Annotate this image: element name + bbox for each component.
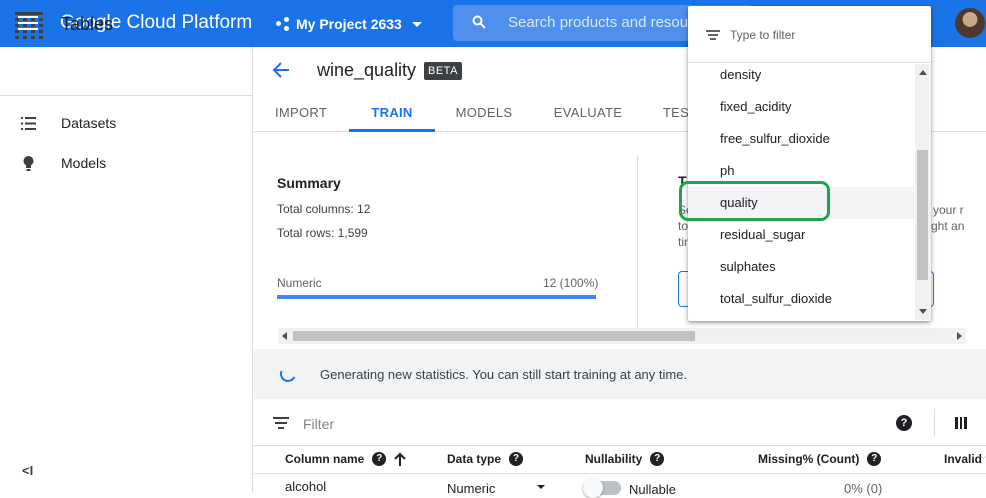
horizontal-scrollbar[interactable] bbox=[278, 328, 966, 344]
scroll-down-icon[interactable] bbox=[919, 309, 927, 314]
scroll-left-icon[interactable] bbox=[282, 332, 287, 340]
search-icon bbox=[472, 15, 486, 29]
help-icon[interactable]: ? bbox=[896, 415, 912, 431]
scroll-up-icon[interactable] bbox=[919, 70, 927, 75]
total-columns: Total columns: 12 bbox=[277, 202, 371, 216]
dropdown-scrollbar[interactable] bbox=[915, 64, 931, 320]
scroll-right-icon[interactable] bbox=[957, 332, 962, 340]
dropdown-filter-input[interactable]: Type to filter bbox=[730, 28, 795, 42]
numeric-value: 12 (100%) bbox=[543, 276, 599, 290]
numeric-label: Numeric bbox=[277, 276, 322, 290]
panel-divider bbox=[637, 156, 638, 328]
chevron-down-icon[interactable] bbox=[537, 485, 545, 489]
highlight-annotation-ring bbox=[679, 181, 830, 221]
collapse-nav-icon[interactable]: <I bbox=[22, 463, 33, 478]
filter-icon bbox=[706, 30, 720, 41]
numeric-progress-bar bbox=[277, 295, 596, 299]
column-header-missing[interactable]: Missing% (Count) ? bbox=[758, 452, 882, 466]
toolbar-divider bbox=[934, 410, 935, 436]
help-icon[interactable]: ? bbox=[372, 452, 387, 466]
column-display-icon[interactable] bbox=[955, 417, 968, 429]
column-header-invalid[interactable]: Invalid v bbox=[944, 452, 986, 466]
help-icon[interactable]: ? bbox=[867, 452, 882, 466]
tables-grid-icon bbox=[15, 12, 43, 39]
project-selector[interactable]: My Project 2633 bbox=[276, 13, 422, 35]
tab-train[interactable]: TRAIN bbox=[349, 96, 435, 132]
search-placeholder: Search products and resources bbox=[508, 14, 717, 31]
filter-input[interactable]: Filter bbox=[303, 416, 334, 432]
user-avatar[interactable] bbox=[955, 8, 985, 38]
tab-evaluate[interactable]: EVALUATE bbox=[542, 96, 634, 132]
help-icon[interactable]: ? bbox=[650, 452, 665, 466]
sidebar-item-label: Datasets bbox=[61, 115, 117, 131]
column-header-name[interactable]: Column name ? bbox=[285, 452, 407, 466]
train-panel-text: your r bbox=[933, 203, 964, 217]
filter-icon[interactable] bbox=[273, 417, 289, 429]
project-name: My Project 2633 bbox=[296, 16, 402, 32]
scroll-thumb[interactable] bbox=[917, 150, 928, 280]
cell-column-name: alcohol bbox=[285, 479, 327, 494]
dropdown-option[interactable]: density bbox=[688, 59, 916, 91]
dataset-title: wine_quality bbox=[317, 60, 417, 80]
product-header bbox=[0, 47, 253, 96]
train-panel-text: to bbox=[678, 219, 689, 233]
scroll-thumb[interactable] bbox=[293, 331, 695, 341]
dropdown-option[interactable]: fixed_acidity bbox=[688, 91, 916, 123]
tab-import[interactable]: IMPORT bbox=[254, 96, 348, 132]
sidebar-item-label: Models bbox=[61, 155, 107, 171]
beta-badge: BETA bbox=[424, 62, 462, 80]
dropdown-option[interactable]: total_sulfur_dioxide bbox=[688, 283, 916, 315]
banner-text: Generating new statistics. You can still… bbox=[320, 367, 688, 382]
sidebar-item-models[interactable]: Models bbox=[0, 144, 253, 184]
back-arrow-icon[interactable] bbox=[270, 59, 292, 81]
sort-arrow-up-icon[interactable] bbox=[394, 452, 407, 466]
chevron-down-icon bbox=[411, 21, 422, 27]
nullable-label: Nullable bbox=[629, 482, 676, 497]
tab-models[interactable]: MODELS bbox=[444, 96, 524, 132]
lightbulb-icon bbox=[23, 156, 34, 171]
data-type-select[interactable]: Numeric bbox=[447, 481, 495, 496]
help-icon[interactable]: ? bbox=[509, 452, 524, 466]
column-header-nullability[interactable]: Nullability ? bbox=[585, 452, 665, 466]
dropdown-option[interactable]: sulphates bbox=[688, 251, 916, 283]
train-panel-text: ght an bbox=[931, 219, 965, 233]
list-icon bbox=[21, 117, 36, 130]
sidebar-item-datasets[interactable]: Datasets bbox=[0, 104, 253, 144]
tab-test[interactable]: TES bbox=[662, 96, 690, 132]
dropdown-option[interactable]: free_sulfur_dioxide bbox=[688, 123, 916, 155]
column-header-type[interactable]: Data type ? bbox=[447, 452, 524, 466]
dropdown-option[interactable]: residual_sugar bbox=[688, 219, 916, 251]
product-title: Tables bbox=[61, 14, 114, 34]
summary-title: Summary bbox=[277, 175, 341, 191]
total-rows: Total rows: 1,599 bbox=[277, 226, 368, 240]
cell-missing: 0% (0) bbox=[844, 481, 883, 496]
project-dots-icon bbox=[276, 17, 290, 31]
